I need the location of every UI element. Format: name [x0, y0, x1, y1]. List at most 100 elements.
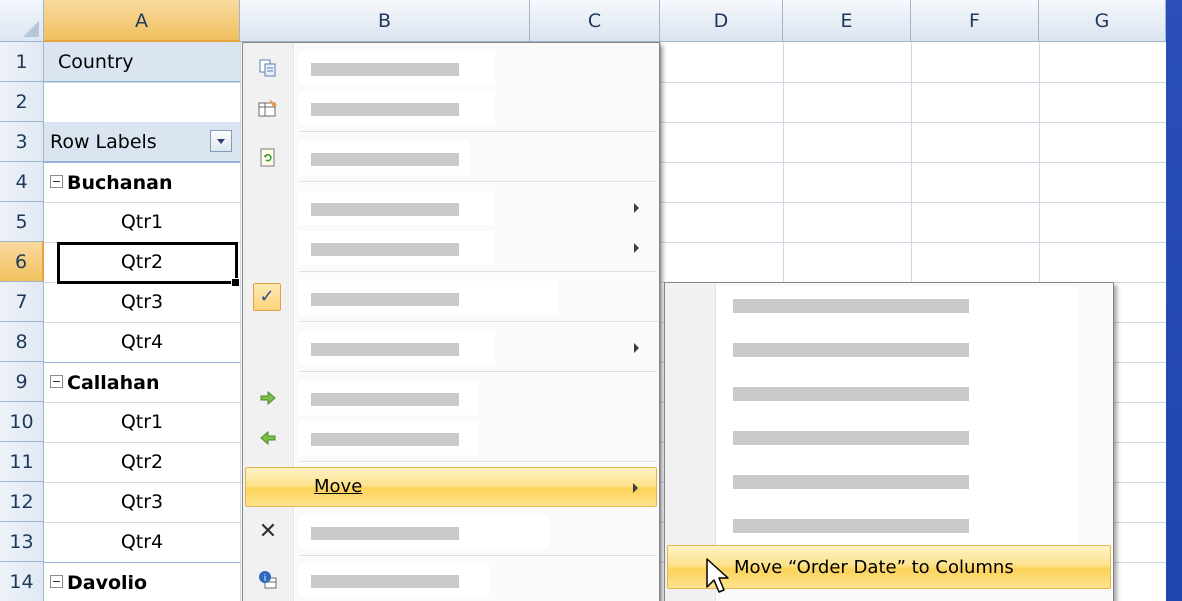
submenu-item-placeholder[interactable] [733, 519, 969, 533]
cell-a14[interactable]: Davolio [44, 562, 240, 601]
row-header-5[interactable]: 5 [0, 202, 44, 242]
row-labels-header: Row Labels [50, 131, 157, 153]
cell-a2[interactable] [44, 82, 240, 122]
submenu-item-placeholder[interactable] [733, 299, 969, 313]
menu-item-move[interactable]: Move [245, 467, 657, 507]
cell-a10[interactable]: Qtr1 [44, 402, 240, 442]
row-header-13[interactable]: 13 [0, 522, 44, 562]
column-header-f[interactable]: F [911, 0, 1039, 42]
row-header-10[interactable]: 10 [0, 402, 44, 442]
group-label-davolio: Davolio [67, 572, 148, 594]
select-all-corner[interactable] [0, 0, 44, 42]
context-menu: ✓ Move ✕ i [242, 42, 660, 601]
submenu-blank-area [717, 287, 1079, 545]
column-header-e[interactable]: E [783, 0, 911, 42]
menu-item-placeholder [311, 203, 459, 216]
menu-item-placeholder [311, 393, 459, 406]
spreadsheet-grid: A B C D E F G 1 2 3 4 5 6 7 8 9 10 11 12… [0, 0, 1166, 601]
field-settings-icon: i [257, 569, 279, 591]
submenu-arrow-icon [634, 243, 639, 253]
row-header-12[interactable]: 12 [0, 482, 44, 522]
row-header-8[interactable]: 8 [0, 322, 44, 362]
country-filter-label: Country [58, 51, 134, 73]
check-icon: ✓ [253, 283, 281, 311]
menu-item-subtotal[interactable]: ✓ [245, 279, 657, 317]
move-submenu: Move “Order Date” to Columns [664, 282, 1114, 601]
menu-item-format-cells[interactable] [245, 89, 657, 127]
collapse-minus-icon[interactable] [50, 175, 63, 188]
column-header-d[interactable]: D [660, 0, 783, 42]
menu-separator [299, 271, 657, 273]
menu-item-ungroup[interactable] [245, 419, 657, 457]
cell-a9[interactable]: Callahan [44, 362, 240, 402]
row-header-1[interactable]: 1 [0, 42, 44, 82]
mouse-pointer-icon [706, 558, 729, 593]
submenu-item-placeholder[interactable] [733, 475, 969, 489]
refresh-icon [257, 147, 279, 169]
menu-separator [299, 461, 657, 463]
menu-item-copy[interactable] [245, 49, 657, 87]
row-labels-filter-dropdown[interactable] [210, 130, 232, 152]
remove-x-icon: ✕ [258, 519, 278, 544]
menu-separator [299, 321, 657, 323]
collapse-minus-icon[interactable] [50, 575, 63, 588]
row-header-9[interactable]: 9 [0, 362, 44, 402]
cell-a4[interactable]: Buchanan [44, 162, 240, 202]
menu-item-placeholder [311, 293, 459, 306]
menu-item-placeholder [311, 63, 459, 76]
row-header-7[interactable]: 7 [0, 282, 44, 322]
menu-item-filter[interactable] [245, 229, 657, 267]
cell-a11[interactable]: Qtr2 [44, 442, 240, 482]
menu-item-sort[interactable] [245, 189, 657, 227]
cell-a3[interactable]: Row Labels [44, 122, 240, 162]
collapse-minus-icon[interactable] [50, 375, 63, 388]
submenu-arrow-icon [634, 343, 639, 353]
submenu-item-move-to-columns[interactable]: Move “Order Date” to Columns [667, 545, 1111, 589]
svg-text:i: i [264, 574, 267, 584]
column-header-c[interactable]: C [530, 0, 660, 42]
submenu-item-placeholder[interactable] [733, 343, 969, 357]
cell-a12[interactable]: Qtr3 [44, 482, 240, 522]
cell-a1[interactable]: Country [44, 42, 240, 82]
format-cells-icon [257, 97, 279, 119]
cell-a7[interactable]: Qtr3 [44, 282, 240, 322]
menu-item-placeholder [311, 527, 459, 540]
expand-arrow-icon [257, 387, 279, 409]
group-label-callahan: Callahan [67, 372, 160, 394]
row-header-6[interactable]: 6 [0, 242, 44, 282]
copy-icon [257, 57, 279, 79]
menu-item-placeholder [311, 575, 459, 588]
menu-item-placeholder [311, 153, 459, 166]
submenu-item-placeholder[interactable] [733, 431, 969, 445]
menu-separator [299, 371, 657, 373]
menu-item-expand-collapse[interactable] [245, 329, 657, 367]
fill-handle[interactable] [231, 278, 240, 287]
cell-a13[interactable]: Qtr4 [44, 522, 240, 562]
row-header-3[interactable]: 3 [0, 122, 44, 162]
row-header-4[interactable]: 4 [0, 162, 44, 202]
group-label-buchanan: Buchanan [67, 172, 173, 194]
menu-item-placeholder [311, 343, 459, 356]
menu-item-remove[interactable]: ✕ [245, 513, 657, 551]
menu-item-move-label: Move [314, 476, 363, 497]
row-header-2[interactable]: 2 [0, 82, 44, 122]
row-header-14[interactable]: 14 [0, 562, 44, 601]
column-header-g[interactable]: G [1039, 0, 1166, 42]
row-header-11[interactable]: 11 [0, 442, 44, 482]
submenu-arrow-icon [633, 483, 638, 493]
submenu-item-move-to-columns-label: Move “Order Date” to Columns [734, 557, 1014, 578]
menu-item-refresh[interactable] [245, 139, 657, 177]
submenu-arrow-icon [634, 203, 639, 213]
menu-separator [299, 131, 657, 133]
collapse-arrow-icon [257, 427, 279, 449]
column-header-a[interactable]: A [44, 0, 240, 42]
cell-a8[interactable]: Qtr4 [44, 322, 240, 362]
column-header-b[interactable]: B [240, 0, 530, 42]
submenu-item-placeholder[interactable] [733, 387, 969, 401]
menu-separator [299, 181, 657, 183]
menu-item-placeholder [311, 243, 459, 256]
menu-item-group[interactable] [245, 379, 657, 417]
menu-separator [299, 555, 657, 557]
menu-item-field-settings[interactable]: i [245, 561, 657, 599]
cell-a5[interactable]: Qtr1 [44, 202, 240, 242]
